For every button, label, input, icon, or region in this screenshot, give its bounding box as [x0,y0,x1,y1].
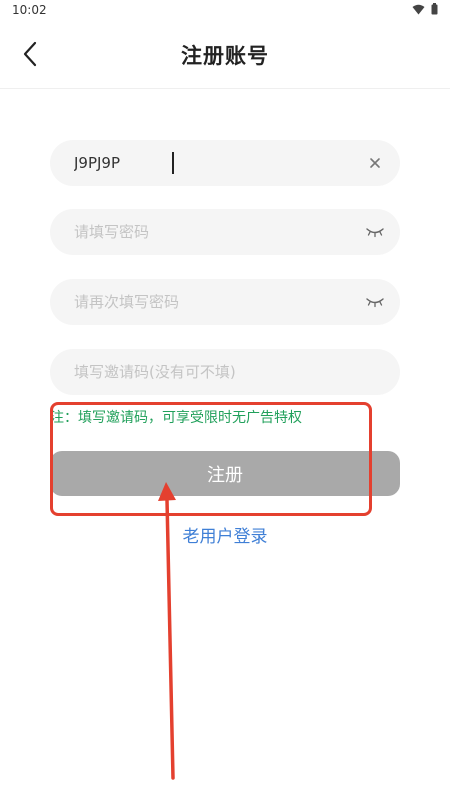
status-icons [412,3,438,15]
password-input[interactable] [74,209,344,255]
eye-closed-icon[interactable] [364,291,386,313]
confirm-password-field [50,279,400,325]
close-icon[interactable] [364,152,386,174]
invite-code-input[interactable] [74,349,344,395]
annotation-arrow [158,482,176,780]
invite-hint-text: 注：填写邀请码，可享受限时无广告特权 [50,410,302,426]
text-cursor [172,152,174,174]
wifi-icon [412,4,425,15]
register-button[interactable]: 注册 [50,451,400,496]
username-field [50,140,400,186]
password-field [50,209,400,255]
confirm-password-input[interactable] [74,279,344,325]
eye-closed-icon[interactable] [364,221,386,243]
register-page: 10:02 注册账号 J9PJ9P 填写邀请码(没有可不填) 注：填写邀请码，可… [0,0,450,800]
header: 注册账号 [0,22,450,89]
existing-user-login-link[interactable]: 老用户登录 [0,522,450,547]
invite-code-field [50,349,400,395]
battery-icon [431,3,438,15]
username-input[interactable] [74,140,344,186]
page-title: 注册账号 [181,44,269,68]
status-bar: 10:02 [0,0,450,22]
status-time: 10:02 [12,3,47,17]
